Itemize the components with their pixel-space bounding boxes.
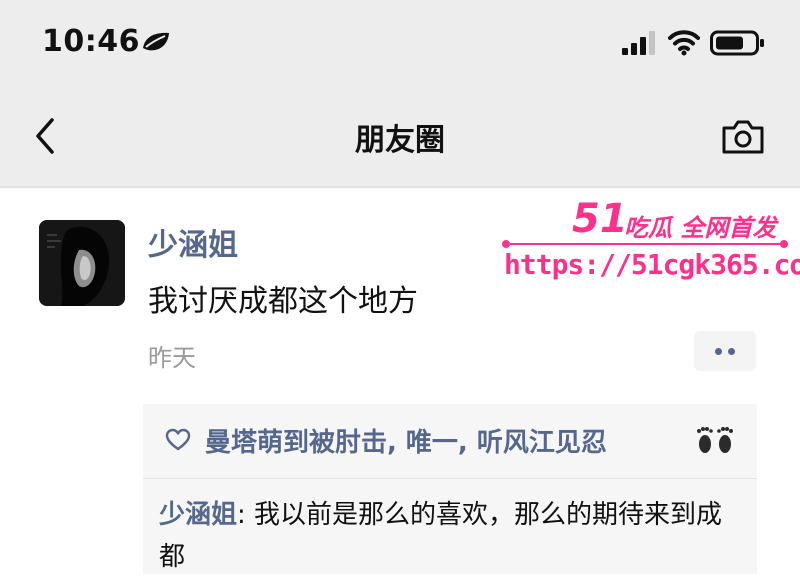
post-text: 我讨厌成都这个地方 bbox=[148, 284, 418, 319]
header: 10:46 朋友圈 bbox=[0, 0, 800, 186]
likes-row: 曼塔萌到被肘击, 唯一, 听风江见忍 bbox=[165, 422, 755, 458]
status-time: 10:46 bbox=[42, 24, 140, 59]
heart-icon bbox=[165, 428, 191, 451]
avatar-image bbox=[39, 220, 125, 306]
watermark-url: https://51cgk365.com bbox=[504, 248, 800, 281]
comment-separator: : bbox=[237, 500, 255, 530]
signal-icon bbox=[622, 31, 655, 55]
leaf-icon bbox=[143, 32, 169, 51]
avatar[interactable] bbox=[39, 220, 125, 306]
post-author[interactable]: 少涵姐 bbox=[148, 220, 238, 264]
more-dots-icon bbox=[728, 348, 735, 355]
camera-icon bbox=[722, 120, 764, 154]
footprints-emoji bbox=[697, 427, 733, 453]
more-button[interactable] bbox=[694, 331, 756, 371]
header-divider bbox=[0, 186, 800, 188]
comment-author[interactable]: 少涵姐 bbox=[159, 500, 237, 530]
likes-divider bbox=[143, 478, 757, 479]
interaction-box: 曼塔萌到被肘击, 唯一, 听风江见忍 少涵姐: 我以前是那么的喜欢，那么的期待来… bbox=[143, 404, 757, 574]
comment[interactable]: 少涵姐: 我以前是那么的喜欢，那么的期待来到成都 bbox=[159, 494, 743, 578]
camera-button[interactable] bbox=[720, 118, 766, 156]
watermark-brand: 51 bbox=[572, 196, 628, 242]
post-time: 昨天 bbox=[148, 344, 196, 372]
more-dots-icon bbox=[715, 348, 722, 355]
likes-list[interactable]: 曼塔萌到被肘击, 唯一, 听风江见忍 bbox=[205, 422, 607, 459]
wifi-icon bbox=[668, 30, 700, 56]
page-title: 朋友圈 bbox=[355, 123, 445, 158]
battery-icon bbox=[710, 30, 764, 56]
